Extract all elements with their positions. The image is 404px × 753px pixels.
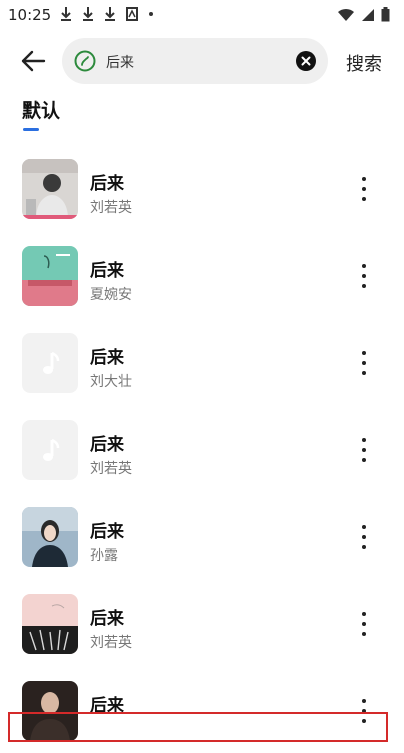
status-time: 10:25: [8, 6, 52, 24]
song-artist: 夏婉安: [90, 287, 132, 303]
list-item[interactable]: 后来 刘若英: [0, 406, 404, 492]
app-notification-icon: [126, 7, 138, 21]
more-options-icon[interactable]: [352, 349, 376, 377]
list-item[interactable]: 后来 夏婉安: [0, 232, 404, 318]
search-bar[interactable]: 后来: [62, 38, 328, 84]
download-icon: [83, 7, 93, 21]
song-artist: 孙露: [90, 548, 118, 564]
selection-highlight-box: [8, 712, 388, 742]
album-cover-placeholder: [22, 420, 78, 480]
more-options-icon[interactable]: [352, 175, 376, 203]
song-title: 后来: [90, 522, 124, 542]
status-bar: 10:25: [0, 0, 404, 32]
list-item[interactable]: 后来 刘若英: [0, 145, 404, 231]
song-title: 后来: [90, 261, 124, 281]
more-options-icon[interactable]: [352, 436, 376, 464]
download-icon: [105, 7, 115, 21]
dot-icon: [149, 12, 153, 16]
battery-icon: [381, 7, 390, 22]
album-cover: [22, 507, 78, 567]
song-title: 后来: [90, 609, 124, 629]
clear-search-icon[interactable]: [296, 51, 316, 71]
song-artist: 刘若英: [90, 200, 132, 216]
list-item[interactable]: 后来 孙露: [0, 493, 404, 579]
album-cover: [22, 159, 78, 219]
song-artist: 刘大壮: [90, 374, 132, 390]
more-options-icon[interactable]: [352, 610, 376, 638]
album-cover: [22, 594, 78, 654]
wifi-icon: [338, 8, 354, 21]
signal-icon: [362, 8, 374, 21]
tab-default[interactable]: 默认: [22, 96, 60, 123]
list-item[interactable]: 后来 刘大壮: [0, 319, 404, 405]
song-artist: 刘若英: [90, 635, 132, 651]
album-cover: [22, 246, 78, 306]
song-title: 后来: [90, 174, 124, 194]
search-input[interactable]: 后来: [106, 52, 134, 72]
notification-icons: [60, 6, 154, 22]
list-item[interactable]: 后来 刘若英: [0, 580, 404, 666]
song-artist: 刘若英: [90, 461, 132, 477]
search-button[interactable]: 搜索: [346, 50, 382, 76]
more-options-icon[interactable]: [352, 262, 376, 290]
back-arrow-icon[interactable]: [18, 46, 48, 76]
tab-indicator: [23, 128, 39, 131]
song-title: 后来: [90, 348, 124, 368]
download-icon: [61, 7, 71, 21]
more-options-icon[interactable]: [352, 523, 376, 551]
album-cover-placeholder: [22, 333, 78, 393]
music-app-logo-icon: [74, 50, 96, 72]
song-title: 后来: [90, 435, 124, 455]
system-icons: [337, 7, 390, 22]
